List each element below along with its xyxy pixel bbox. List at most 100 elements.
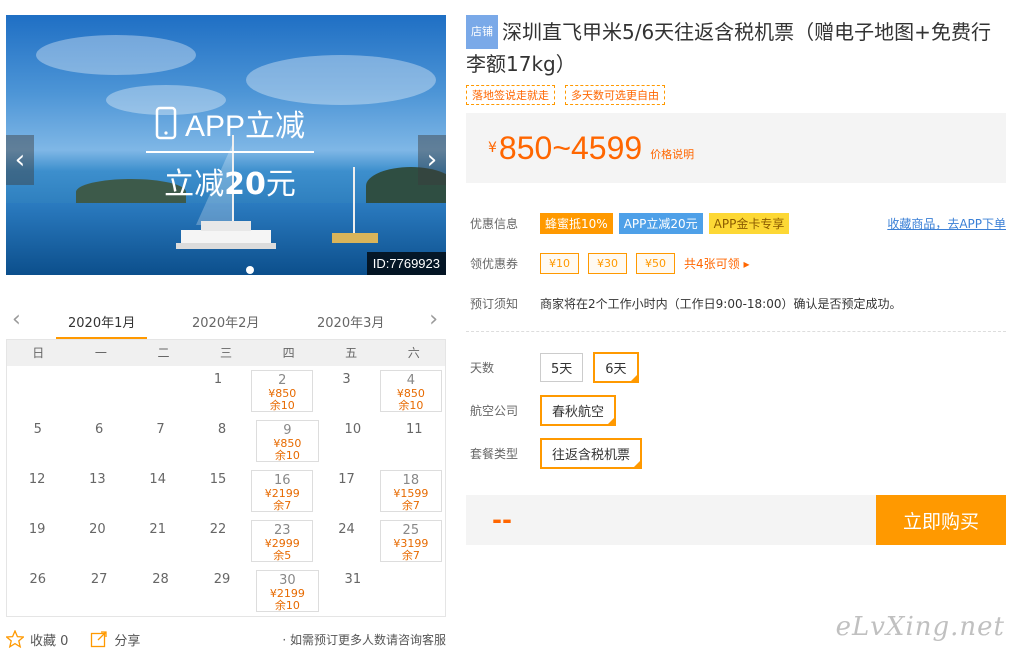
day-number: 24 <box>338 522 355 537</box>
calendar-day: 17 <box>316 466 376 516</box>
day-stock: 余10 <box>269 399 295 412</box>
feature-tag: 多天数可选更自由 <box>565 85 665 105</box>
coupon-10[interactable]: ¥10 <box>540 252 579 274</box>
package-row: 套餐类型 往返含税机票 <box>466 432 1006 475</box>
day-number: 22 <box>209 522 227 537</box>
product-detail: 店铺 深圳直飞甲米5/6天往返含税机票（赠电子地图+免费行李额17kg） 落地签说… <box>466 15 1006 475</box>
calendar-day-available[interactable]: 18 ¥1599 余7 <box>379 470 442 512</box>
calendar-day: 31 <box>322 566 383 616</box>
day-stock: 余5 <box>273 549 292 562</box>
coupon-more-link[interactable]: 共4张可领 ▸ <box>684 255 749 272</box>
calendar-week: 26 27 28 29 30 ¥2199 余10 31 <box>7 566 445 616</box>
day-number: 1 <box>213 372 223 387</box>
banner-prev-button[interactable]: ‹ <box>6 135 34 185</box>
share-button[interactable]: 分享 <box>90 630 140 649</box>
option-5-days[interactable]: 5天 <box>540 353 584 382</box>
calendar-day: 1 <box>188 366 248 416</box>
chevron-left-icon: ‹ <box>14 145 26 175</box>
coupon-50[interactable]: ¥50 <box>636 252 675 274</box>
promo-line2: 立减20元 <box>164 167 296 202</box>
product-banner[interactable]: APP立减 立减20元 ‹ › ID:7769923 <box>6 15 446 275</box>
chevron-right-icon[interactable]: › <box>429 307 438 332</box>
day-number: 21 <box>149 522 166 537</box>
tab-month-3[interactable]: 2020年3月 <box>317 312 384 331</box>
calendar-day: 11 <box>384 416 445 466</box>
calendar-day-available[interactable]: 23 ¥2999 余5 <box>251 520 314 562</box>
discount-tag-honey: 蜂蜜抵10% <box>540 212 613 234</box>
price-calendar: 日 一 二 三 四 五 六 1 2 ¥850 余10 3 4 ¥850 余10 5 6 7 8 9 ¥850 余10 10… <box>6 339 446 617</box>
day-number <box>67 366 127 372</box>
chevron-left-icon[interactable]: ‹ <box>12 307 21 332</box>
feature-tag: 落地签说走就走 <box>466 85 555 105</box>
day-number: 26 <box>29 572 46 587</box>
day-number: 29 <box>213 572 231 587</box>
day-number: 4 <box>406 373 415 388</box>
price-explanation-link[interactable]: 价格说明 <box>650 146 694 162</box>
calendar-day: 7 <box>130 416 191 466</box>
price-box: ¥ 850~4599 价格说明 <box>466 113 1006 183</box>
calendar-week: 12 13 14 15 16 ¥2199 余7 17 18 ¥1599 余7 <box>7 466 445 516</box>
coupon-30[interactable]: ¥30 <box>588 252 627 274</box>
day-number: 13 <box>89 472 106 487</box>
phone-icon <box>155 106 177 140</box>
calendar-day: 8 <box>191 416 252 466</box>
weekday-label: 四 <box>282 346 295 360</box>
day-number: 12 <box>28 472 46 487</box>
weekday-label: 日 <box>32 346 45 360</box>
day-number: 27 <box>90 572 108 587</box>
calendar-day <box>384 566 445 616</box>
calendar-day: 20 <box>67 516 127 566</box>
discount-tag-app: APP立减20元 <box>618 212 703 234</box>
calendar-day: 15 <box>188 466 248 516</box>
day-number: 20 <box>89 522 106 537</box>
option-airline[interactable]: 春秋航空 <box>540 395 617 426</box>
cloud <box>36 35 196 75</box>
notice-label: 预订须知 <box>470 296 519 311</box>
buy-now-button[interactable]: 立即购买 <box>876 495 1006 545</box>
shop-tag[interactable]: 店铺 <box>466 15 498 49</box>
calendar-day-available[interactable]: 30 ¥2199 余10 <box>255 570 320 612</box>
calendar-week: 5 6 7 8 9 ¥850 余10 10 11 <box>7 416 445 466</box>
calendar-day-available[interactable]: 9 ¥850 余10 <box>255 420 320 462</box>
day-number: 31 <box>344 572 362 587</box>
weekday-label: 五 <box>345 346 358 360</box>
tab-month-2[interactable]: 2020年2月 <box>192 312 259 331</box>
share-label: 分享 <box>114 633 141 649</box>
day-stock: 余10 <box>398 399 424 412</box>
banner-next-button[interactable]: › <box>418 135 446 185</box>
airline-label: 航空公司 <box>470 404 519 418</box>
option-6-days[interactable]: 6天 <box>593 352 639 383</box>
calendar-day: 3 <box>316 366 376 416</box>
calendar-day: 5 <box>7 416 68 466</box>
favorite-label: 收藏 0 <box>30 633 69 649</box>
day-number: 23 <box>273 523 291 538</box>
day-number: 16 <box>273 473 291 488</box>
day-number: 3 <box>342 372 351 387</box>
coupon-label: 领优惠券 <box>470 256 519 271</box>
calendar-day: 24 <box>316 516 376 566</box>
calendar-day-available[interactable]: 4 ¥850 余10 <box>379 370 442 412</box>
calendar-day-available[interactable]: 16 ¥2199 余7 <box>251 470 314 512</box>
tab-month-1[interactable]: 2020年1月 <box>56 312 148 340</box>
favorite-app-link[interactable]: 收藏商品，去APP下单 <box>887 215 1006 232</box>
day-stock: 余7 <box>273 499 292 512</box>
day-number: 25 <box>402 523 420 538</box>
calendar-day-available[interactable]: 25 ¥3199 余7 <box>379 520 442 562</box>
day-number: 7 <box>156 422 165 437</box>
day-number: 2 <box>278 373 287 388</box>
calendar-day: 29 <box>191 566 252 616</box>
days-row: 天数 5天 6天 <box>466 346 1006 389</box>
share-icon <box>91 631 108 648</box>
favorite-button[interactable]: 收藏 0 <box>6 630 68 649</box>
divider <box>466 331 1006 332</box>
option-package[interactable]: 往返含税机票 <box>540 438 643 469</box>
carousel-dot[interactable] <box>246 266 254 274</box>
day-number: 11 <box>405 422 423 437</box>
promo-line1: APP立减 <box>184 110 306 143</box>
calendar-day <box>128 366 188 416</box>
calendar-day-available[interactable]: 2 ¥850 余10 <box>251 370 314 412</box>
day-number: 5 <box>33 422 42 437</box>
day-stock: 余10 <box>274 599 300 612</box>
calendar-week: 1 2 ¥850 余10 3 4 ¥850 余10 <box>7 366 445 416</box>
day-number: 15 <box>209 472 227 487</box>
